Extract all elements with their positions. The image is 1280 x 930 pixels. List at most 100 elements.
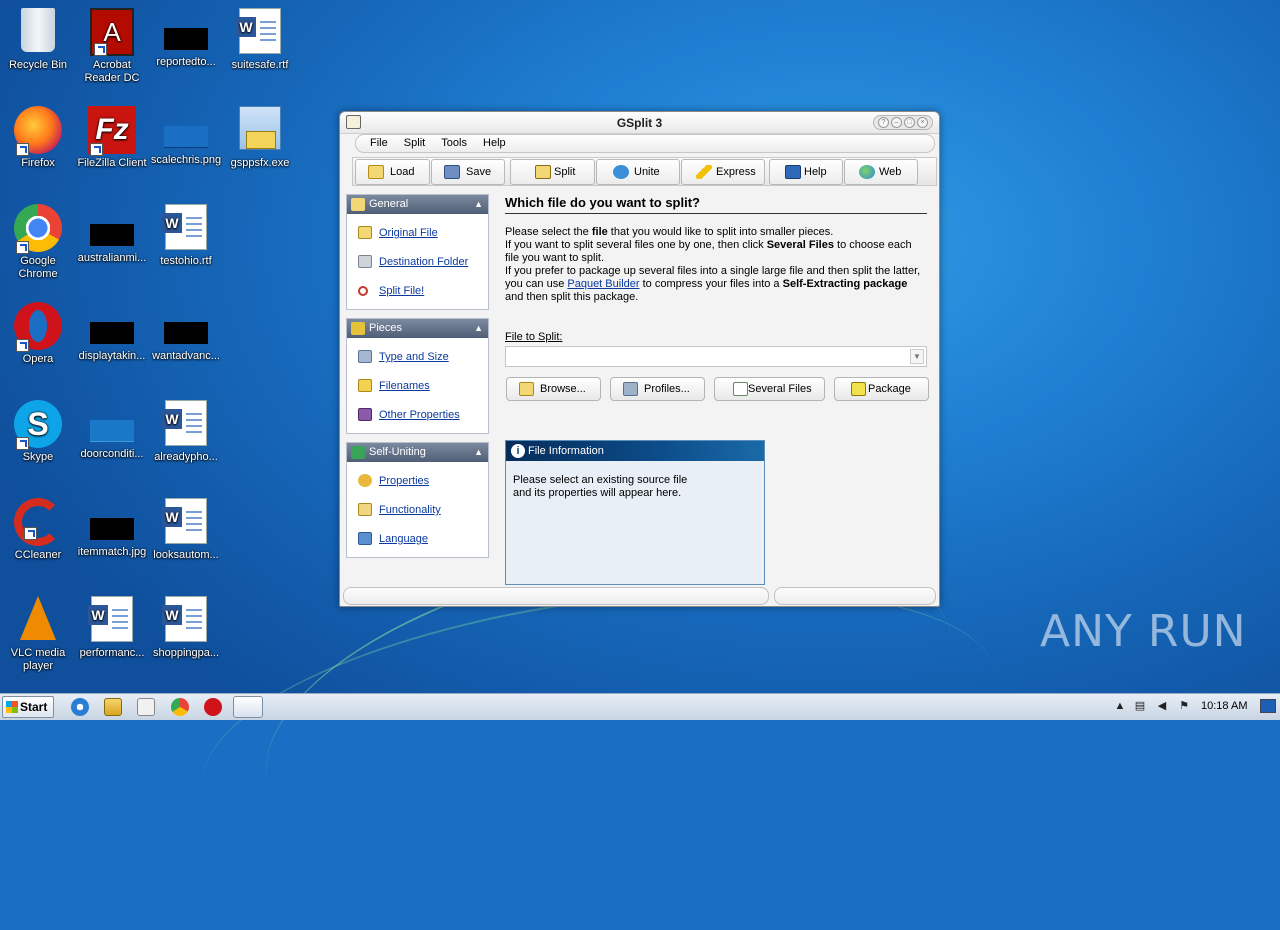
opera-taskbar-icon[interactable] [204, 698, 222, 716]
paquet-builder-link[interactable]: Paquet Builder [567, 278, 639, 290]
sidebar-item-split-file[interactable]: Split File! [347, 278, 488, 307]
split-label: Split [554, 166, 576, 178]
sidebar-link[interactable]: Filenames [379, 380, 430, 392]
text: Please select the [505, 226, 592, 238]
panel-pieces-header[interactable]: Pieces ▲ [347, 319, 488, 338]
desktop-icon-gsppsfx[interactable]: gsppsfx.exe [222, 106, 298, 170]
sidebar-link[interactable]: Type and Size [379, 351, 449, 363]
clock[interactable]: 10:18 AM [1201, 700, 1247, 712]
language-icon [358, 532, 372, 545]
desktop-icon-scalechris[interactable]: scalechris.png [148, 106, 224, 167]
general-icon [351, 198, 365, 211]
sidebar-item-other-properties[interactable]: Other Properties [347, 402, 488, 431]
desktop-icon-itemmatch[interactable]: itemmatch.jpg [74, 498, 150, 559]
sidebar-item-destination-folder[interactable]: Destination Folder [347, 249, 488, 278]
panel-general-header[interactable]: General ▲ [347, 195, 488, 214]
desktop-icon-testohio[interactable]: testohio.rtf [148, 204, 224, 268]
sidebar-link[interactable]: Functionality [379, 504, 441, 516]
load-label: Load [390, 166, 415, 178]
menu-bar: File Split Tools Help [355, 134, 935, 153]
sidebar-item-type-and-size[interactable]: Type and Size [347, 344, 488, 373]
icon-label: alreadypho... [154, 451, 218, 463]
several-files-label: Several Files [748, 383, 812, 395]
web-button[interactable]: Web [844, 159, 918, 185]
panel-self-uniting-header[interactable]: Self-Uniting ▲ [347, 443, 488, 462]
desktop-icon-skype[interactable]: S Skype [0, 400, 76, 464]
desktop-icon-acrobat[interactable]: A Acrobat Reader DC [74, 8, 150, 85]
express-button[interactable]: Express [681, 159, 765, 185]
profiles-button[interactable]: Profiles... [610, 377, 705, 401]
desktop-icon-reportedto[interactable]: reportedto... [148, 8, 224, 69]
split-button[interactable]: Split [510, 159, 595, 185]
desktop-icon-recycle-bin[interactable]: Recycle Bin [0, 8, 76, 72]
icon-label: australianmi... [77, 252, 147, 264]
media-player-icon[interactable] [137, 698, 155, 716]
file-to-split-combobox[interactable]: ▼ [505, 346, 927, 367]
minimize-button[interactable]: – [891, 117, 902, 128]
desktop-icon-vlc[interactable]: VLC media player [0, 596, 76, 673]
action-center-flag-icon[interactable]: ⚑ [1177, 700, 1191, 713]
sidebar-item-language[interactable]: Language [347, 526, 488, 555]
sidebar-link[interactable]: Destination Folder [379, 256, 468, 268]
browse-button[interactable]: Browse... [506, 377, 601, 401]
sidebar-link[interactable]: Split File! [379, 285, 424, 297]
desktop-icon-australianmi[interactable]: australianmi... [74, 204, 150, 265]
dropdown-arrow-icon[interactable]: ▼ [910, 349, 924, 364]
chrome-taskbar-icon[interactable] [171, 698, 189, 716]
profiles-icon [623, 382, 638, 396]
show-hidden-icons-icon[interactable]: ▲ [1113, 700, 1127, 713]
package-icon [246, 131, 276, 149]
sidebar-item-original-file[interactable]: Original File [347, 220, 488, 249]
sidebar-item-properties[interactable]: Properties [347, 468, 488, 497]
firefox-icon [14, 106, 62, 156]
shortcut-arrow-icon [16, 143, 29, 156]
desktop-icon-suitesafe[interactable]: suitesafe.rtf [222, 8, 298, 72]
desktop-icon-looksautom[interactable]: looksautom... [148, 498, 224, 562]
package-button[interactable]: Package [834, 377, 929, 401]
text-bold: file [591, 226, 608, 238]
menu-file[interactable]: File [370, 137, 388, 149]
gsplit-taskbar-button[interactable] [233, 696, 263, 718]
sidebar-link[interactable]: Properties [379, 475, 429, 487]
desktop-icon-shoppingpa[interactable]: shoppingpa... [148, 596, 224, 660]
volume-icon[interactable]: ◀ [1155, 700, 1169, 713]
menu-tools[interactable]: Tools [441, 137, 467, 149]
toolbar: Load Save Split Unite Express Help Web [352, 157, 937, 186]
maximize-button[interactable]: □ [904, 117, 915, 128]
desktop-icon-opera[interactable]: Opera [0, 302, 76, 366]
save-button[interactable]: Save [431, 159, 505, 185]
word-document-icon [88, 596, 133, 642]
several-files-button[interactable]: Several Files [714, 377, 825, 401]
desktop-icon-displaytakin[interactable]: displaytakin... [74, 302, 150, 363]
unite-button[interactable]: Unite [596, 159, 680, 185]
file-thumbnail-icon [164, 126, 208, 148]
sidebar-item-functionality[interactable]: Functionality [347, 497, 488, 526]
word-document-icon [162, 204, 207, 250]
window-title: GSplit 3 [616, 116, 663, 130]
sidebar-link[interactable]: Original File [379, 227, 438, 239]
desktop-icon-filezilla[interactable]: Fz FileZilla Client [74, 106, 150, 170]
icon-label: reportedto... [156, 56, 216, 68]
menu-split[interactable]: Split [404, 137, 425, 149]
start-button[interactable]: Start [2, 696, 54, 718]
desktop-icon-alreadypho[interactable]: alreadypho... [148, 400, 224, 464]
desktop-icon-ccleaner[interactable]: CCleaner [0, 498, 76, 562]
file-explorer-icon[interactable] [104, 698, 122, 716]
help-button[interactable]: Help [769, 159, 843, 185]
sidebar-item-filenames[interactable]: Filenames [347, 373, 488, 402]
menu-help[interactable]: Help [483, 137, 506, 149]
sidebar-link[interactable]: Other Properties [379, 409, 460, 421]
sidebar-link[interactable]: Language [379, 533, 428, 545]
load-button[interactable]: Load [355, 159, 430, 185]
internet-explorer-icon[interactable] [71, 698, 89, 716]
help-icon[interactable]: ? [878, 117, 889, 128]
title-bar[interactable]: GSplit 3 ? – □ × [340, 112, 939, 134]
desktop-icon-performanc[interactable]: performanc... [74, 596, 150, 660]
desktop-icon-doorconditi[interactable]: doorconditi... [74, 400, 150, 461]
desktop-icon-chrome[interactable]: Google Chrome [0, 204, 76, 281]
network-icon[interactable]: ▤ [1133, 700, 1147, 713]
desktop-icon-wantadvanc[interactable]: wantadvanc... [148, 302, 224, 363]
close-button[interactable]: × [917, 117, 928, 128]
desktop-icon-firefox[interactable]: Firefox [0, 106, 76, 170]
show-desktop-button[interactable] [1260, 699, 1276, 713]
